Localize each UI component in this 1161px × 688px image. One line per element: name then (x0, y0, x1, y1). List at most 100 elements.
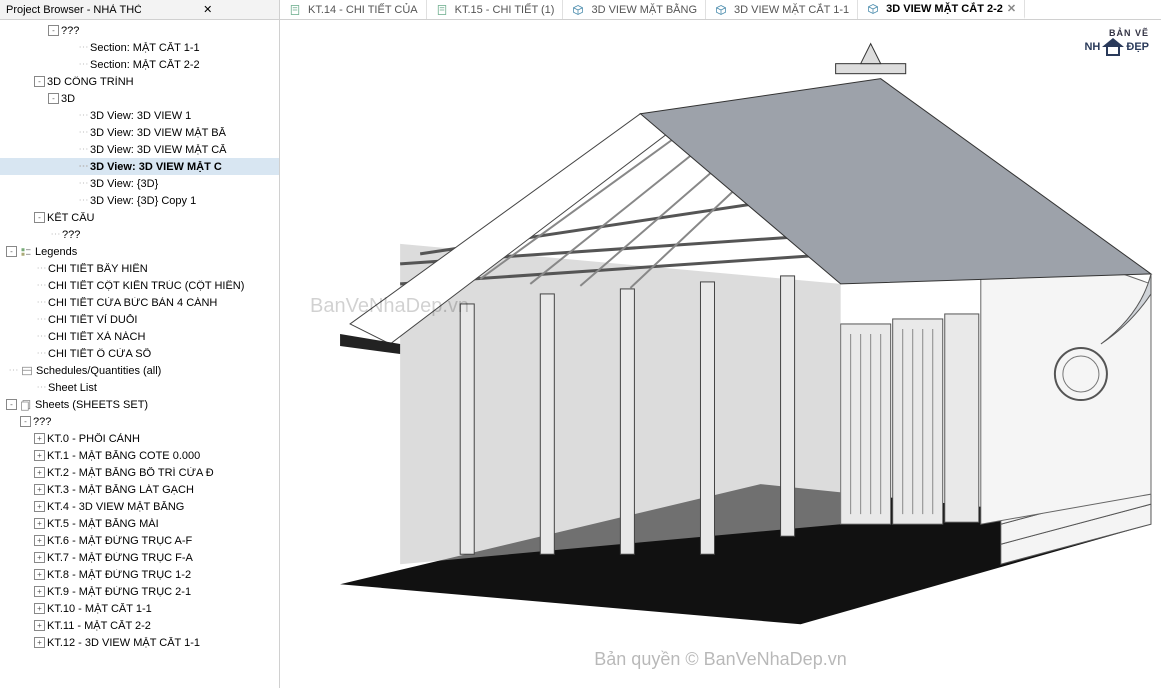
watermark-copyright: Bản quyền © BanVeNhaDep.vn (594, 649, 846, 670)
3d-viewport[interactable]: BẢN VẼ NH ĐẸP BanVeNhaDep.vn Bản quyền ©… (280, 20, 1161, 688)
tree-leaf-icon: ⋯ (76, 127, 90, 138)
project-browser-tree[interactable]: -???⋯Section: MẶT CẮT 1-1⋯Section: MẶT C… (0, 20, 280, 688)
tree-item-label: KT.7 - MẶT ĐỨNG TRỤC F-A (47, 552, 193, 564)
tree-item[interactable]: ⋯Section: MẶT CẮT 2-2 (0, 56, 279, 73)
expand-icon[interactable]: + (34, 450, 45, 461)
view-tab[interactable]: 3D VIEW MẶT BẰNG (563, 0, 706, 19)
collapse-icon[interactable]: - (6, 399, 17, 410)
view-tab[interactable]: KT.15 - CHI TIẾT (1) (427, 0, 564, 19)
tree-item[interactable]: +KT.12 - 3D VIEW MẶT CẮT 1-1 (0, 634, 279, 651)
tree-item[interactable]: ⋯3D View: {3D} (0, 175, 279, 192)
sheets-icon (19, 399, 33, 411)
expand-icon[interactable]: + (34, 518, 45, 529)
tree-item[interactable]: ⋯CHI TIẾT Ô CỬA SỔ (0, 345, 279, 362)
tree-leaf-icon: ⋯ (76, 110, 90, 121)
tree-item[interactable]: +KT.2 - MẶT BẰNG BỐ TRÍ CỬA Đ (0, 464, 279, 481)
tree-item[interactable]: +KT.8 - MẶT ĐỨNG TRỤC 1-2 (0, 566, 279, 583)
tree-item[interactable]: -3D (0, 90, 279, 107)
collapse-icon[interactable]: - (48, 25, 59, 36)
panel-title-text: Project Browser - NHÀ THỜ HỌ (6, 4, 141, 16)
tree-leaf-icon: ⋯ (76, 178, 90, 189)
collapse-icon[interactable]: - (34, 76, 45, 87)
tab-label: 3D VIEW MẶT CẮT 2-2 (886, 3, 1003, 15)
tree-item-label: ??? (62, 229, 80, 241)
tree-item-label: KT.1 - MẶT BẰNG COTE 0.000 (47, 450, 200, 462)
expand-icon[interactable]: + (34, 433, 45, 444)
tree-item[interactable]: +KT.6 - MẶT ĐỨNG TRỤC A-F (0, 532, 279, 549)
tree-item-label: 3D View: 3D VIEW MẶT C (90, 161, 222, 173)
collapse-icon[interactable]: - (48, 93, 59, 104)
tree-item[interactable]: +KT.4 - 3D VIEW MẶT BẰNG (0, 498, 279, 515)
expand-icon[interactable]: + (34, 586, 45, 597)
tree-item[interactable]: +KT.1 - MẶT BẰNG COTE 0.000 (0, 447, 279, 464)
tree-item[interactable]: ⋯3D View: 3D VIEW MẶT CẮ (0, 141, 279, 158)
close-icon[interactable]: ✕ (1007, 2, 1016, 15)
tree-item[interactable]: ⋯3D View: 3D VIEW MẶT BẰ (0, 124, 279, 141)
tree-item[interactable]: ⋯??? (0, 226, 279, 243)
expand-icon[interactable]: + (34, 535, 45, 546)
view-tab[interactable]: KT.14 - CHI TIẾT CỦA (280, 0, 427, 19)
logo-dep: ĐẸP (1126, 41, 1149, 53)
logo-line1: BẢN VẼ (1084, 28, 1149, 38)
tree-item-label: CHI TIẾT CỘT KIẾN TRÚC (CỘT HIÊN) (48, 280, 244, 292)
tree-leaf-icon: ⋯ (34, 263, 48, 274)
tree-item[interactable]: -??? (0, 413, 279, 430)
tree-item-label: KT.0 - PHỐI CẢNH (47, 433, 140, 445)
tree-item[interactable]: ⋯CHI TIẾT CỬA BỨC BÀN 4 CÁNH (0, 294, 279, 311)
expand-icon[interactable]: + (34, 501, 45, 512)
tree-item[interactable]: +KT.11 - MẶT CẮT 2-2 (0, 617, 279, 634)
tree-item[interactable]: -Legends (0, 243, 279, 260)
tree-item[interactable]: ⋯Section: MẶT CẮT 1-1 (0, 39, 279, 56)
tree-item-label: Section: MẶT CẮT 1-1 (90, 42, 200, 54)
tree-item[interactable]: ⋯3D View: 3D VIEW 1 (0, 107, 279, 124)
tree-item-label: 3D View: 3D VIEW MẶT CẮ (90, 144, 227, 156)
collapse-icon[interactable]: - (20, 416, 31, 427)
3d-model-drawing (280, 20, 1161, 688)
tree-leaf-icon: ⋯ (76, 161, 90, 172)
tree-item[interactable]: +KT.10 - MẶT CẮT 1-1 (0, 600, 279, 617)
view-tab[interactable]: 3D VIEW MẶT CẮT 2-2 ✕ (858, 0, 1025, 19)
view-tab[interactable]: 3D VIEW MẶT CẮT 1-1 (706, 0, 858, 19)
tree-item[interactable]: ⋯CHI TIẾT VỈ DUỖI (0, 311, 279, 328)
sched-icon (20, 365, 34, 377)
expand-icon[interactable]: + (34, 552, 45, 563)
tree-item[interactable]: ⋯3D View: {3D} Copy 1 (0, 192, 279, 209)
tree-item[interactable]: +KT.0 - PHỐI CẢNH (0, 430, 279, 447)
tree-item-label: CHI TIẾT BẨY HIÊN (48, 263, 148, 275)
tree-item[interactable]: -??? (0, 22, 279, 39)
tree-item-label: KT.9 - MẶT ĐỨNG TRỤC 2-1 (47, 586, 191, 598)
tree-item[interactable]: +KT.3 - MẶT BẰNG LÁT GẠCH (0, 481, 279, 498)
expand-icon[interactable]: + (34, 637, 45, 648)
tree-item[interactable]: ⋯CHI TIẾT CỘT KIẾN TRÚC (CỘT HIÊN) (0, 277, 279, 294)
tree-item-label: ??? (33, 416, 51, 428)
tree-item[interactable]: -KẾT CẤU (0, 209, 279, 226)
logo-nha: NH (1084, 41, 1100, 53)
tree-item[interactable]: +KT.9 - MẶT ĐỨNG TRỤC 2-1 (0, 583, 279, 600)
tree-item-label: CHI TIẾT XÀ NÁCH (48, 331, 145, 343)
tree-item[interactable]: +KT.5 - MẶT BẰNG MÁI (0, 515, 279, 532)
tree-item-label: CHI TIẾT Ô CỬA SỔ (48, 348, 151, 360)
collapse-icon[interactable]: - (6, 246, 17, 257)
project-browser-title: Project Browser - NHÀ THỜ HỌ ✕ (0, 0, 280, 19)
panel-close-icon[interactable]: ✕ (141, 3, 276, 16)
expand-icon[interactable]: + (34, 620, 45, 631)
tab-label: 3D VIEW MẶT BẰNG (591, 4, 697, 16)
sheet-icon (288, 4, 302, 16)
tree-item[interactable]: ⋯CHI TIẾT XÀ NÁCH (0, 328, 279, 345)
tree-item[interactable]: ⋯CHI TIẾT BẨY HIÊN (0, 260, 279, 277)
tree-leaf-icon: ⋯ (76, 195, 90, 206)
expand-icon[interactable]: + (34, 467, 45, 478)
tree-item[interactable]: -3D CÔNG TRÌNH (0, 73, 279, 90)
collapse-icon[interactable]: - (34, 212, 45, 223)
expand-icon[interactable]: + (34, 484, 45, 495)
expand-icon[interactable]: + (34, 569, 45, 580)
sheet-icon (435, 4, 449, 16)
tree-item[interactable]: ⋯Sheet List (0, 379, 279, 396)
tree-leaf-icon: ⋯ (34, 280, 48, 291)
tree-item[interactable]: ⋯3D View: 3D VIEW MẶT C (0, 158, 279, 175)
tree-item[interactable]: -Sheets (SHEETS SET) (0, 396, 279, 413)
tree-item[interactable]: +KT.7 - MẶT ĐỨNG TRỤC F-A (0, 549, 279, 566)
watermark-url: BanVeNhaDep.vn (310, 295, 469, 318)
expand-icon[interactable]: + (34, 603, 45, 614)
tree-item[interactable]: ⋯Schedules/Quantities (all) (0, 362, 279, 379)
